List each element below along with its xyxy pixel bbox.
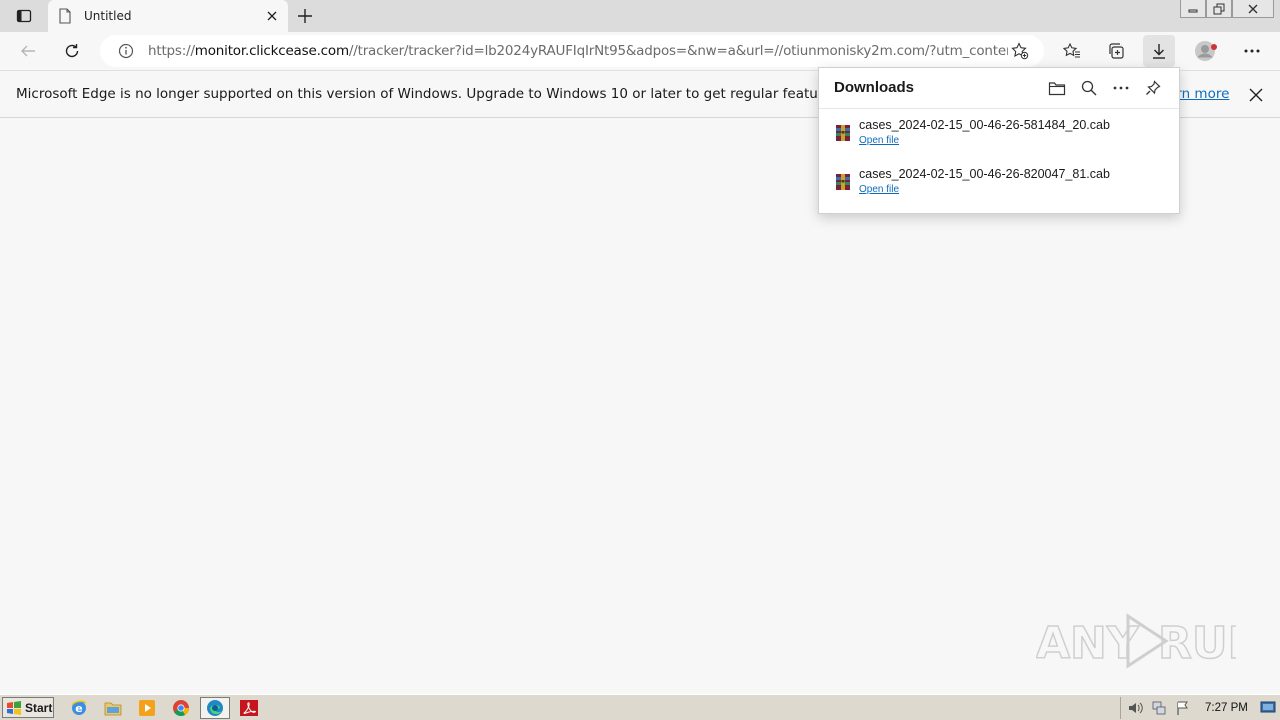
downloads-button[interactable] [1143, 35, 1175, 67]
refresh-icon [65, 44, 79, 58]
svg-text:ANY: ANY [1036, 618, 1140, 669]
pin-downloads-button[interactable] [1141, 76, 1165, 100]
url-scheme: https:// [148, 43, 195, 59]
taskbar-edge[interactable] [200, 697, 230, 719]
minimize-button[interactable] [1180, 0, 1206, 18]
minimize-icon [1188, 9, 1198, 12]
taskbar-media-player[interactable] [132, 697, 162, 719]
download-icon [1153, 44, 1165, 59]
url-host: monitor.clickcease.com [194, 43, 349, 59]
tray-action-center[interactable] [1173, 698, 1193, 718]
tab-untitled[interactable]: Untitled [48, 0, 288, 32]
taskbar-acrobat[interactable] [234, 697, 264, 719]
system-tray: 7:27 PM [1120, 697, 1278, 719]
site-info-button[interactable] [114, 39, 138, 63]
tab-actions-icon [16, 9, 32, 23]
start-label: Start [25, 700, 53, 715]
settings-more-button[interactable] [1236, 35, 1268, 67]
star-add-icon [1011, 42, 1029, 60]
new-tab-button[interactable] [294, 5, 316, 27]
collections-button[interactable] [1100, 35, 1132, 67]
download-item[interactable]: cases_2024-02-15_00-46-26-581484_20.cab … [835, 118, 1165, 158]
folder-icon [1048, 82, 1066, 96]
network-icon [1152, 701, 1166, 715]
acrobat-icon [240, 700, 258, 716]
download-filename: cases_2024-02-15_00-46-26-581484_20.cab [859, 118, 1110, 132]
tray-volume[interactable] [1125, 698, 1145, 718]
address-bar[interactable]: https://monitor.clickcease.com//tracker/… [100, 35, 1044, 67]
back-button[interactable] [12, 35, 44, 67]
downloads-header-actions [1045, 76, 1165, 100]
profile-button[interactable] [1190, 35, 1222, 67]
url-path: //tracker/tracker?id=lb2024yRAUFIqIrNt95… [348, 43, 1008, 59]
infobar-close-button[interactable] [1244, 83, 1268, 107]
favorites-button[interactable] [1056, 35, 1088, 67]
edge-icon [207, 700, 223, 716]
open-file-link[interactable]: Open file [859, 135, 899, 146]
back-arrow-icon [21, 45, 35, 57]
search-icon [1081, 80, 1097, 96]
close-icon [267, 11, 277, 21]
info-icon [118, 43, 134, 59]
svg-text:e: e [75, 702, 82, 715]
pin-icon [1146, 80, 1161, 95]
downloads-title: Downloads [834, 79, 915, 96]
infobar-message: Microsoft Edge is no longer supported on… [16, 86, 933, 102]
url-text: https://monitor.clickcease.com//tracker/… [148, 43, 1008, 59]
start-button[interactable]: Start [2, 697, 54, 718]
tab-close-button[interactable] [262, 6, 282, 26]
taskbar-explorer[interactable] [98, 697, 128, 719]
more-horizontal-icon [1113, 86, 1129, 90]
close-icon [1249, 88, 1263, 102]
restore-icon [1213, 3, 1225, 14]
tab-strip: Untitled [0, 0, 1280, 32]
open-file-link[interactable]: Open file [859, 184, 899, 195]
tab-title: Untitled [84, 9, 132, 23]
show-desktop-icon[interactable] [1260, 699, 1276, 715]
avatar-icon [1195, 41, 1217, 61]
downloads-more-options-button[interactable] [1109, 76, 1133, 100]
downloads-divider [819, 108, 1179, 109]
archive-file-icon [836, 174, 850, 190]
internet-explorer-icon: e [71, 700, 87, 715]
browser-toolbar: https://monitor.clickcease.com//tracker/… [0, 32, 1280, 70]
refresh-button[interactable] [56, 35, 88, 67]
windows-logo-icon [7, 700, 21, 715]
svg-text:RUN: RUN [1158, 618, 1236, 669]
close-icon [1248, 4, 1258, 13]
more-horizontal-icon [1244, 49, 1260, 53]
search-downloads-button[interactable] [1077, 76, 1101, 100]
speaker-icon [1129, 702, 1143, 714]
add-favorite-button[interactable] [1008, 39, 1032, 63]
chrome-icon [173, 700, 189, 716]
flag-icon [1177, 701, 1188, 715]
anyrun-watermark-logo: ANY RUN [1036, 613, 1236, 670]
plus-icon [298, 9, 312, 23]
downloads-flyout: Downloads cases_2024-02-15_00-46-26-5814… [818, 67, 1180, 214]
tray-network[interactable] [1149, 698, 1169, 718]
download-item[interactable]: cases_2024-02-15_00-46-26-820047_81.cab … [835, 167, 1165, 207]
tab-actions-button[interactable] [8, 6, 40, 26]
favorites-icon [1063, 42, 1080, 58]
close-window-button[interactable] [1232, 0, 1274, 18]
media-player-icon [139, 700, 155, 716]
collections-icon [1109, 43, 1124, 59]
open-downloads-folder-button[interactable] [1045, 76, 1069, 100]
download-filename: cases_2024-02-15_00-46-26-820047_81.cab [859, 167, 1110, 181]
taskbar-clock[interactable]: 7:27 PM [1205, 702, 1248, 714]
taskbar-ie[interactable]: e [64, 697, 94, 719]
restore-button[interactable] [1206, 0, 1232, 18]
window-controls [1180, 0, 1274, 18]
archive-file-icon [836, 125, 850, 141]
page-icon [59, 8, 71, 24]
folder-icon [104, 702, 122, 716]
windows-taskbar: Start e 7:27 PM [0, 694, 1280, 720]
taskbar-chrome[interactable] [166, 697, 196, 719]
